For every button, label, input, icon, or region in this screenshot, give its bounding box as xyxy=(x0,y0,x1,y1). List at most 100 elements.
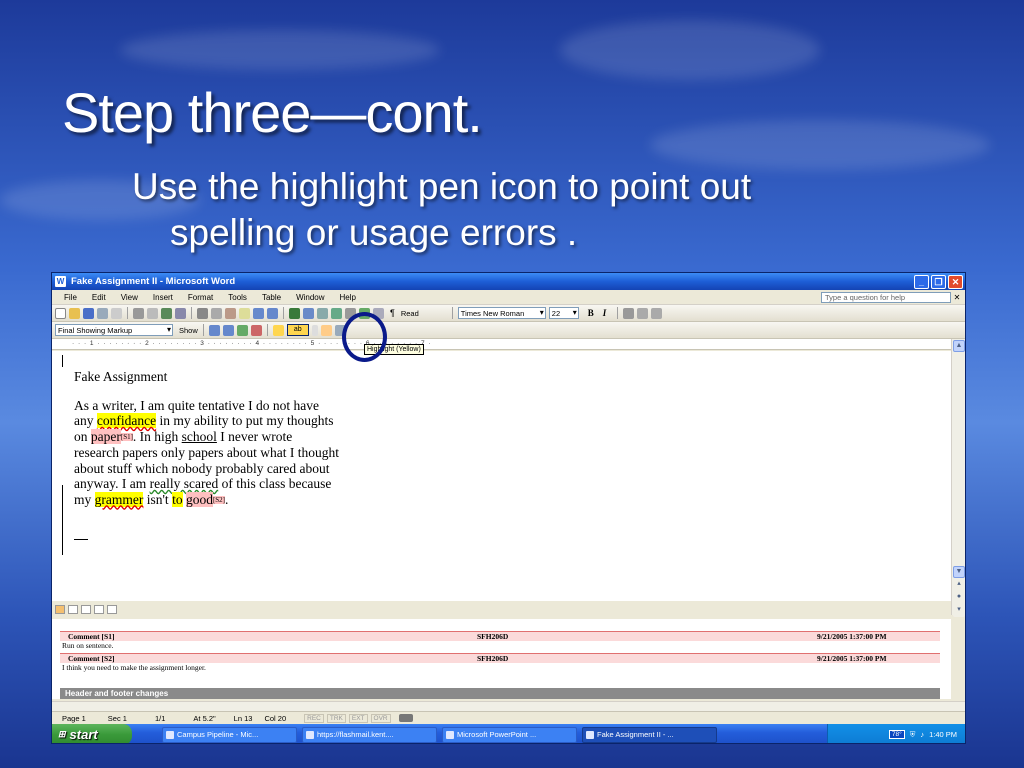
italic-button[interactable]: I xyxy=(603,308,607,318)
email-icon[interactable] xyxy=(111,307,122,319)
status-section: Sec 1 xyxy=(107,713,127,723)
reading-layout-icon[interactable] xyxy=(107,604,117,614)
menu-view[interactable]: View xyxy=(121,293,138,302)
horizontal-scrollbar[interactable] xyxy=(52,701,965,711)
research-icon[interactable] xyxy=(175,307,186,319)
volume-icon[interactable]: ♪ xyxy=(920,730,924,739)
read-button[interactable]: Read xyxy=(401,309,419,318)
menu-file[interactable]: File xyxy=(64,293,77,302)
bullets-icon[interactable] xyxy=(651,307,663,319)
commented-text[interactable]: good xyxy=(185,491,213,507)
window-title: Fake Assignment II - Microsoft Word xyxy=(71,276,236,287)
format-painter-icon[interactable] xyxy=(239,307,250,319)
normal-view-icon[interactable] xyxy=(55,604,65,614)
document-area[interactable]: Fake Assignment As a writer, I am quite … xyxy=(52,351,951,601)
markup-mode-select[interactable]: Final Showing Markup xyxy=(55,324,173,336)
task-campus-pipeline[interactable]: Campus Pipeline - Mic... xyxy=(162,726,297,743)
task-flashmail[interactable]: https://flashmail.kent.... xyxy=(302,726,437,743)
permission-icon[interactable] xyxy=(97,307,108,319)
close-button[interactable]: ✕ xyxy=(948,274,963,289)
weather-temp[interactable]: 78° xyxy=(888,730,905,739)
document-text: Fake Assignment As a writer, I am quite … xyxy=(74,369,339,508)
show-menu-button[interactable]: Show xyxy=(179,326,198,335)
comment-text[interactable]: I think you need to make the assignment … xyxy=(62,663,206,672)
save-icon[interactable] xyxy=(83,307,94,319)
task-powerpoint[interactable]: Microsoft PowerPoint ... xyxy=(442,726,577,743)
scroll-down-icon[interactable]: ▼ xyxy=(953,566,965,578)
slide-bullet-line1: Use the highlight pen icon to point out xyxy=(132,166,752,207)
window-titlebar[interactable]: W Fake Assignment II - Microsoft Word _ … xyxy=(52,273,965,290)
accept-change-icon[interactable] xyxy=(236,324,248,336)
horizontal-ruler[interactable]: · · · 1 · · · · · · · · 2 · · · · · · · … xyxy=(52,339,952,350)
next-change-icon[interactable] xyxy=(222,324,234,336)
reviewing-pane[interactable]: Comment [S1] SFH206D 9/21/2005 1:37:00 P… xyxy=(52,617,951,699)
slide-title: Step three—cont. xyxy=(62,81,483,144)
menu-tools[interactable]: Tools xyxy=(228,293,247,302)
insert-table-icon[interactable] xyxy=(317,307,328,319)
copy-icon[interactable] xyxy=(211,307,222,319)
status-trk[interactable]: TRK xyxy=(326,713,346,723)
excel-sheet-icon[interactable] xyxy=(331,307,342,319)
undo-icon[interactable] xyxy=(253,307,264,319)
menu-help[interactable]: Help xyxy=(340,293,356,302)
spelling-status-icon[interactable] xyxy=(398,714,413,722)
open-folder-icon[interactable] xyxy=(69,307,80,319)
show-hide-icon[interactable]: ¶ xyxy=(390,308,395,318)
reject-change-icon[interactable] xyxy=(250,324,262,336)
menu-insert[interactable]: Insert xyxy=(153,293,173,302)
task-word[interactable]: Fake Assignment II - ... xyxy=(582,726,717,743)
status-ext[interactable]: EXT xyxy=(348,713,368,723)
menu-window[interactable]: Window xyxy=(296,293,324,302)
restore-button[interactable]: ❐ xyxy=(931,274,946,289)
minimize-button[interactable]: _ xyxy=(914,274,929,289)
cut-icon[interactable] xyxy=(197,307,208,319)
web-layout-icon[interactable] xyxy=(68,604,78,614)
print-layout-icon[interactable] xyxy=(81,604,91,614)
redo-icon[interactable] xyxy=(267,307,278,319)
doc-close-icon[interactable]: ✕ xyxy=(951,293,963,302)
font-select[interactable]: Times New Roman xyxy=(457,307,546,319)
align-icon[interactable] xyxy=(623,307,635,319)
highlighted-error: to xyxy=(172,491,183,507)
comment-text[interactable]: Run on sentence. xyxy=(62,641,113,650)
paste-icon[interactable] xyxy=(225,307,236,319)
slide-bullet: Use the highlight pen icon to point out … xyxy=(132,164,952,256)
comment-marker[interactable]: [S1] xyxy=(120,432,133,441)
tables-borders-icon[interactable] xyxy=(303,307,314,319)
highlight-dropdown-icon[interactable] xyxy=(311,324,318,336)
prev-page-icon[interactable]: ▴ xyxy=(953,579,965,591)
vertical-scrollbar[interactable]: ▲ ▼ ▴ ● ▾ xyxy=(951,339,965,617)
end-of-document-mark xyxy=(74,539,88,540)
scroll-up-icon[interactable]: ▲ xyxy=(953,340,965,352)
previous-change-icon[interactable] xyxy=(208,324,220,336)
numbering-icon[interactable] xyxy=(637,307,649,319)
new-comment-icon[interactable] xyxy=(272,324,284,336)
status-ovr[interactable]: OVR xyxy=(370,713,391,723)
new-document-icon[interactable] xyxy=(55,307,66,319)
shield-icon[interactable]: ⛨ xyxy=(910,730,916,740)
help-search-input[interactable]: Type a question for help xyxy=(821,291,951,303)
bold-button[interactable]: B xyxy=(588,308,594,318)
highlighted-error: confidance xyxy=(96,413,157,428)
next-page-icon[interactable]: ▾ xyxy=(953,605,965,617)
start-button[interactable]: ⊞ start xyxy=(52,724,132,743)
doc-line: my grammer isn't to good[S2]. xyxy=(74,491,229,507)
browse-object-icon[interactable]: ● xyxy=(953,592,965,604)
font-size-select[interactable]: 22 xyxy=(548,307,579,319)
windows-logo-icon: ⊞ xyxy=(58,729,66,739)
print-icon[interactable] xyxy=(133,307,144,319)
spelling-icon[interactable] xyxy=(161,307,172,319)
commented-text[interactable]: paper xyxy=(90,428,121,444)
track-changes-icon[interactable] xyxy=(320,324,332,336)
standard-toolbar: ¶ Read Times New Roman 22 B I xyxy=(52,305,965,322)
menu-format[interactable]: Format xyxy=(188,293,213,302)
outline-view-icon[interactable] xyxy=(94,604,104,614)
print-preview-icon[interactable] xyxy=(147,307,158,319)
hyperlink-icon[interactable] xyxy=(289,307,300,319)
view-buttons-bar xyxy=(52,603,951,615)
menu-table[interactable]: Table xyxy=(262,293,281,302)
highlight-pen-button[interactable]: ab xyxy=(286,324,309,336)
comment-marker[interactable]: [S2] xyxy=(212,495,226,504)
status-rec[interactable]: REC xyxy=(304,713,324,723)
menu-edit[interactable]: Edit xyxy=(92,293,106,302)
